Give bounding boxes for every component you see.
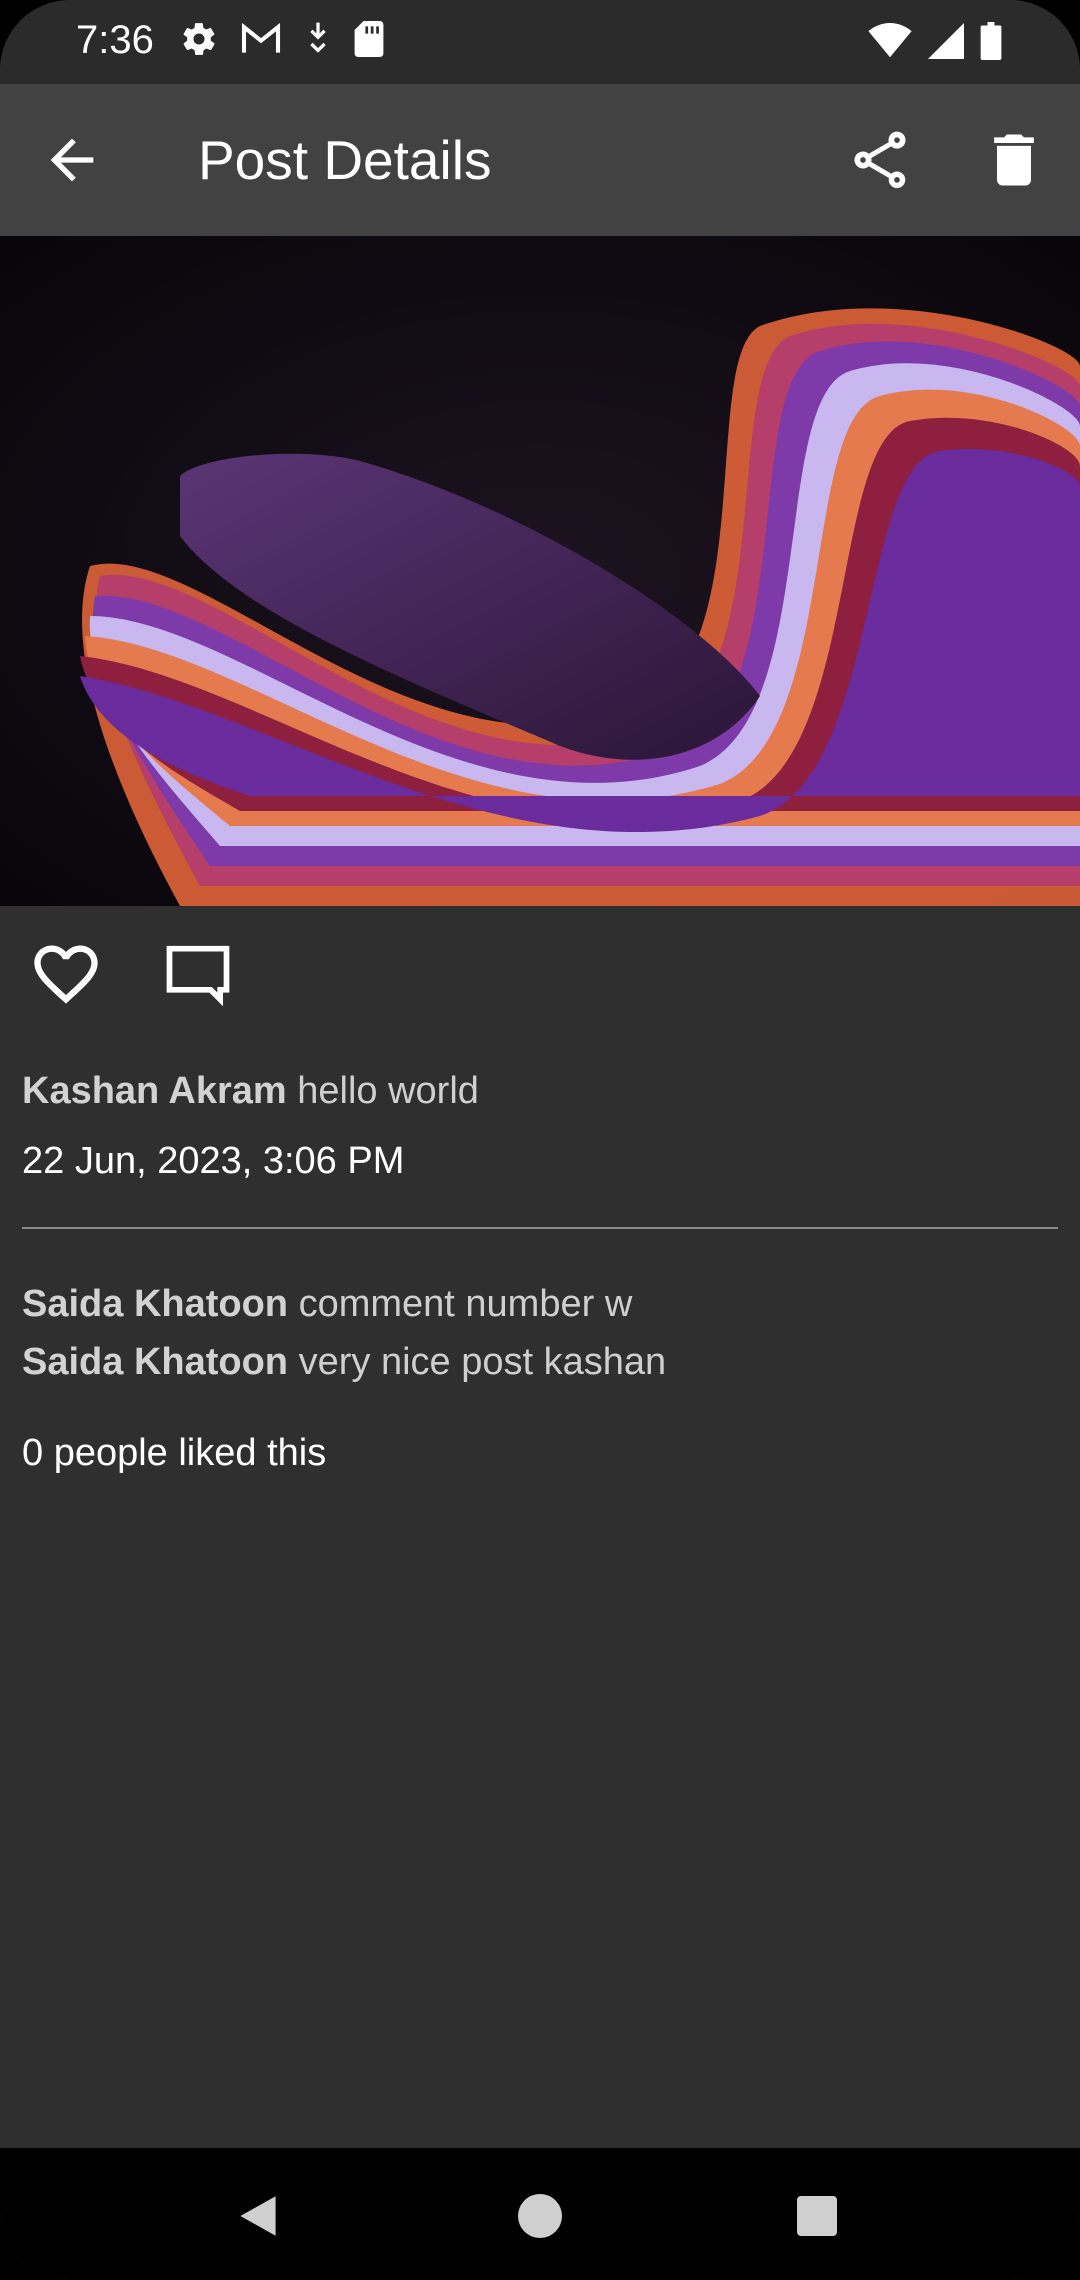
divider xyxy=(22,1227,1058,1229)
status-icons-left xyxy=(180,20,384,58)
heart-outline-icon xyxy=(34,945,98,1004)
back-button[interactable] xyxy=(40,128,104,192)
battery-icon xyxy=(980,22,1002,60)
likes-count[interactable]: 0 people liked this xyxy=(22,1432,326,1475)
status-bar: 7:36 xyxy=(0,0,1080,84)
post-author[interactable]: Kashan Akram xyxy=(22,1070,287,1112)
wifi-icon xyxy=(868,23,912,59)
comment-outline-icon xyxy=(166,945,230,1007)
nav-recents-button[interactable] xyxy=(797,2196,837,2236)
comment-button[interactable] xyxy=(160,936,236,1012)
nav-back-button[interactable] xyxy=(236,2194,280,2238)
post-actions xyxy=(0,906,1080,1036)
page-title: Post Details xyxy=(198,129,492,191)
share-icon xyxy=(854,131,906,189)
gmail-icon xyxy=(240,22,282,56)
system-nav-bar xyxy=(0,2148,1080,2280)
comment-author[interactable]: Saida Khatoon xyxy=(22,1283,288,1325)
comments-list: Saida Khatoon comment number w Saida Kha… xyxy=(22,1282,666,1398)
nav-home-button[interactable] xyxy=(518,2194,562,2238)
comment-item: Saida Khatoon comment number w xyxy=(22,1282,666,1340)
post-caption-text: hello world xyxy=(297,1070,479,1112)
app-bar: Post Details xyxy=(0,84,1080,236)
delete-button[interactable] xyxy=(980,126,1048,194)
triangle-back-icon xyxy=(240,2196,276,2236)
arrow-back-icon xyxy=(50,138,94,182)
comment-item: Saida Khatoon very nice post kashan xyxy=(22,1340,666,1398)
comment-text: comment number w xyxy=(298,1283,633,1325)
delete-icon xyxy=(994,134,1034,186)
status-time: 7:36 xyxy=(76,18,154,62)
post-image xyxy=(0,236,1080,906)
like-button[interactable] xyxy=(28,936,104,1012)
status-icons-right xyxy=(868,22,1002,60)
download-icon xyxy=(304,21,332,57)
post-caption: Kashan Akram hello world xyxy=(22,1070,479,1113)
comment-text: very nice post kashan xyxy=(298,1341,667,1383)
post-date: 22 Jun, 2023, 3:06 PM xyxy=(22,1140,405,1182)
share-button[interactable] xyxy=(846,126,914,194)
comment-author[interactable]: Saida Khatoon xyxy=(22,1341,288,1383)
signal-icon xyxy=(928,23,964,59)
screen: 7:36 Post Details Kashan Akram hello wor… xyxy=(0,0,1080,2280)
sd-card-icon xyxy=(354,21,384,57)
settings-icon xyxy=(180,20,218,58)
